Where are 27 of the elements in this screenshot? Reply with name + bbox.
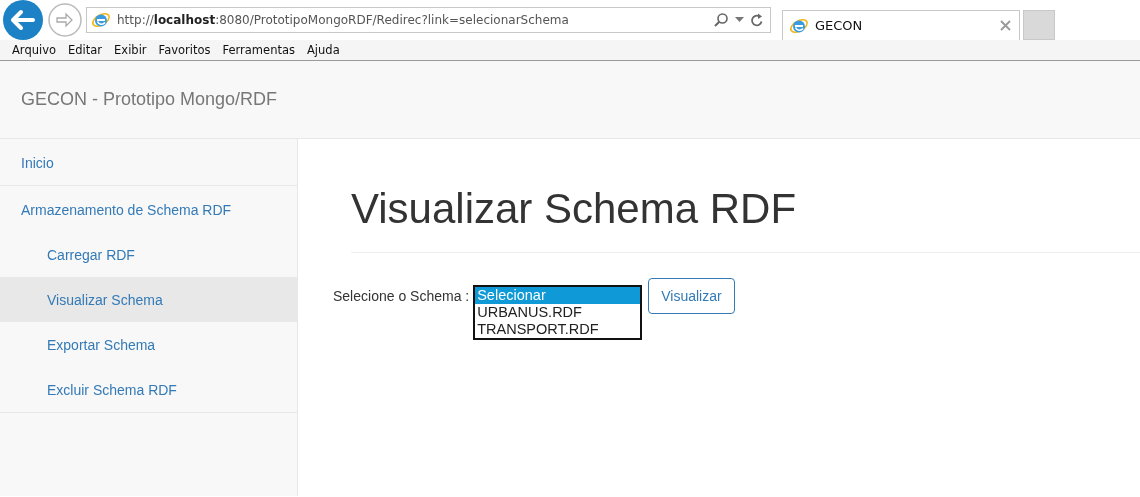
sidebar-item[interactable]: Carregar RDF xyxy=(0,232,297,277)
search-icon[interactable] xyxy=(713,12,729,28)
sidebar-item[interactable]: Inicio xyxy=(0,139,297,185)
sidebar-item[interactable]: Armazenamento de Schema RDF xyxy=(0,186,297,232)
schema-listbox[interactable]: Selecionar URBANUS.RDF TRANSPORT.RDF xyxy=(473,285,643,341)
address-bar[interactable]: http://localhost:8080/PrototipoMongoRDF/Redirec?link=selecionarSchema xyxy=(86,7,771,33)
page-title: Visualizar Schema RDF xyxy=(351,186,1140,254)
list-option[interactable]: URBANUS.RDF xyxy=(475,304,641,322)
menu-item[interactable]: Editar xyxy=(62,43,109,57)
list-option[interactable]: TRANSPORT.RDF xyxy=(475,321,641,339)
menu-item[interactable]: Ferramentas xyxy=(216,43,301,57)
sidebar-item[interactable]: Exportar Schema xyxy=(0,322,297,367)
dropdown-caret-icon[interactable] xyxy=(735,17,744,23)
menu-item[interactable]: Favoritos xyxy=(152,43,217,57)
menu-item[interactable]: Exibir xyxy=(108,43,153,57)
close-icon[interactable] xyxy=(1000,20,1011,31)
back-button[interactable] xyxy=(2,0,44,41)
menu-item[interactable]: Arquivo xyxy=(6,43,63,57)
brand-title[interactable]: GECON - Prototipo Mongo/RDF xyxy=(21,89,278,109)
browser-tab[interactable]: GECON xyxy=(782,10,1020,40)
menu-item[interactable]: Ajuda xyxy=(301,43,346,57)
sidebar-item[interactable]: Visualizar Schema xyxy=(0,277,297,322)
refresh-icon[interactable] xyxy=(750,12,764,28)
visualizar-button[interactable]: Visualizar xyxy=(648,278,735,315)
field-label: Selecione o Schema : xyxy=(333,288,470,305)
browser-logo-icon xyxy=(91,10,111,30)
sidebar-item[interactable]: Excluir Schema RDF xyxy=(0,367,297,412)
